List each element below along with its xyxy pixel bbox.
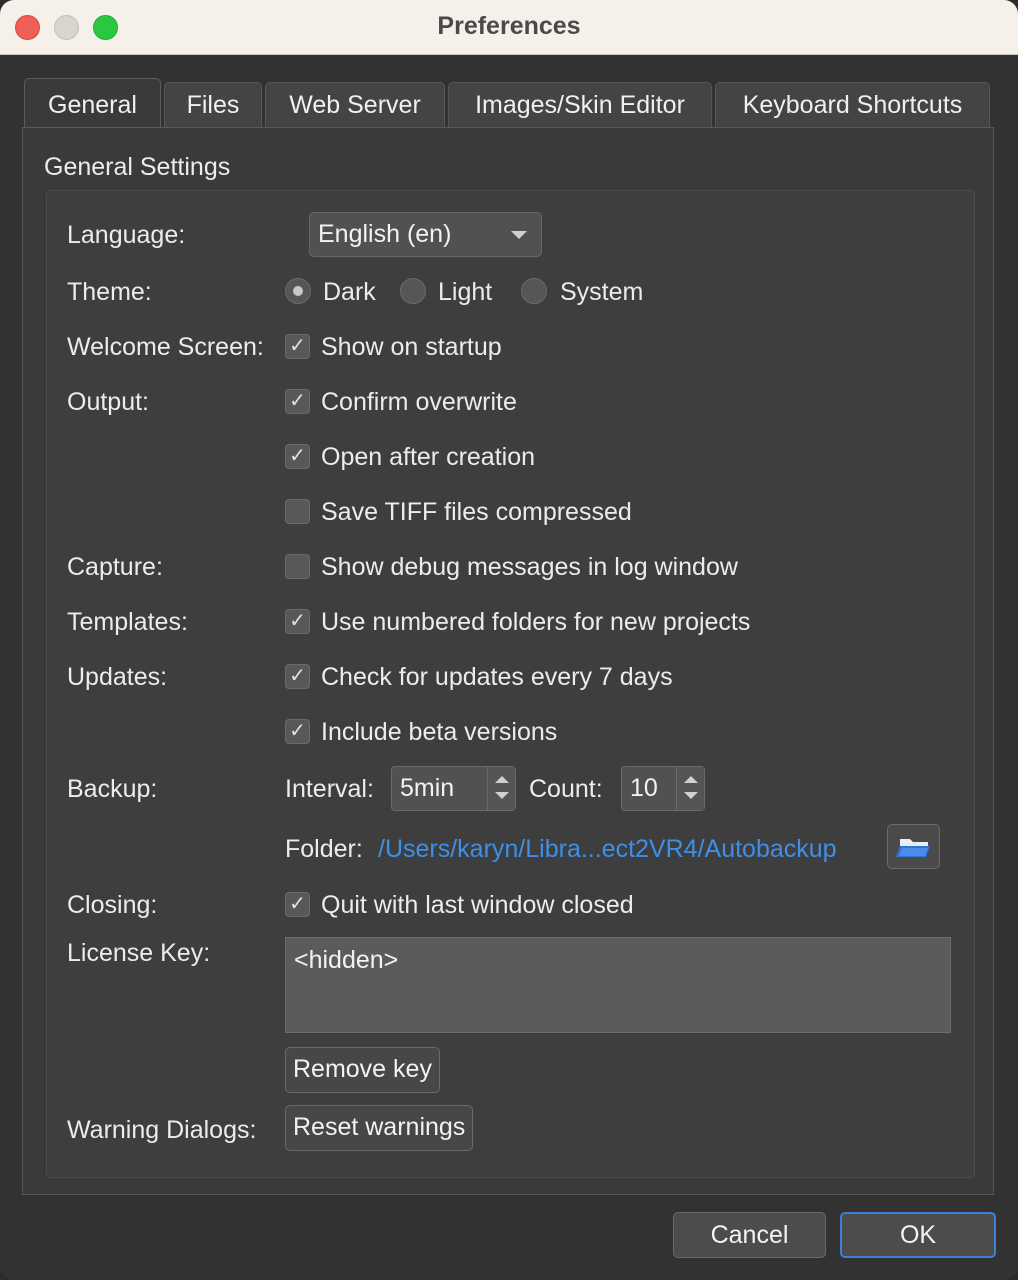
output-label: Output:: [67, 388, 149, 416]
tab-general[interactable]: General: [24, 78, 161, 128]
window-title: Preferences: [437, 12, 581, 40]
save-tiff-compressed-checkbox[interactable]: [285, 499, 310, 524]
theme-light-label: Light: [438, 278, 493, 306]
theme-system-label: System: [560, 278, 644, 306]
interval-value: 5min: [400, 774, 455, 802]
interval-stepper[interactable]: [487, 767, 515, 810]
tab-keyboard-shortcuts[interactable]: Keyboard Shortcuts: [715, 82, 990, 128]
check-updates-label: Check for updates every 7 days: [321, 663, 673, 691]
templates-label: Templates:: [67, 608, 188, 636]
language-label: Language:: [67, 221, 186, 249]
show-debug-label: Show debug messages in log window: [321, 553, 738, 581]
open-after-creation-checkbox[interactable]: ✓: [285, 444, 310, 469]
include-beta-checkbox[interactable]: ✓: [285, 719, 310, 744]
warning-dialogs-label: Warning Dialogs:: [67, 1116, 257, 1144]
closing-label: Closing:: [67, 891, 158, 919]
group-title: General Settings: [44, 153, 231, 181]
numbered-folders-checkbox[interactable]: ✓: [285, 609, 310, 634]
tab-images-skin-editor[interactable]: Images/Skin Editor: [448, 82, 712, 128]
interval-spinbox[interactable]: 5min: [391, 766, 516, 811]
folder-icon: [896, 839, 930, 857]
chevron-down-icon: [511, 231, 527, 239]
numbered-folders-label: Use numbered folders for new projects: [321, 608, 751, 636]
chevron-up-icon: [495, 776, 509, 783]
tab-files[interactable]: Files: [164, 82, 262, 128]
browse-folder-button[interactable]: [887, 824, 940, 869]
language-select[interactable]: English (en): [309, 212, 542, 257]
open-after-creation-label: Open after creation: [321, 443, 536, 471]
interval-label: Interval:: [285, 775, 374, 803]
quit-last-window-checkbox[interactable]: ✓: [285, 892, 310, 917]
confirm-overwrite-checkbox[interactable]: ✓: [285, 389, 310, 414]
license-key-label: License Key:: [67, 939, 211, 967]
backup-label: Backup:: [67, 775, 158, 803]
count-value: 10: [630, 774, 658, 802]
updates-label: Updates:: [67, 663, 168, 691]
tab-web-server[interactable]: Web Server: [265, 82, 445, 128]
general-settings-group: Language: English (en) Theme: Dark Light…: [46, 190, 975, 1178]
check-updates-checkbox[interactable]: ✓: [285, 664, 310, 689]
count-spinbox[interactable]: 10: [621, 766, 705, 811]
backup-folder-link[interactable]: /Users/karyn/Libra...ect2VR4/Autobackup: [378, 835, 837, 864]
show-debug-checkbox[interactable]: [285, 554, 310, 579]
chevron-down-icon: [684, 792, 698, 799]
count-label: Count:: [529, 775, 603, 803]
theme-dark-radio[interactable]: [285, 278, 311, 304]
theme-system-radio[interactable]: [521, 278, 547, 304]
capture-label: Capture:: [67, 553, 163, 581]
theme-label: Theme:: [67, 278, 152, 306]
save-tiff-compressed-label: Save TIFF files compressed: [321, 498, 632, 526]
include-beta-label: Include beta versions: [321, 718, 558, 746]
cancel-button[interactable]: Cancel: [673, 1212, 826, 1258]
confirm-overwrite-label: Confirm overwrite: [321, 388, 517, 416]
license-key-field[interactable]: <hidden>: [285, 937, 951, 1033]
theme-light-radio[interactable]: [400, 278, 426, 304]
language-select-value: English (en): [318, 220, 452, 248]
welcome-screen-label: Welcome Screen:: [67, 333, 264, 361]
remove-key-button[interactable]: Remove key: [285, 1047, 440, 1093]
title-bar: Preferences: [0, 0, 1018, 55]
ok-button[interactable]: OK: [840, 1212, 996, 1258]
reset-warnings-button[interactable]: Reset warnings: [285, 1105, 474, 1151]
chevron-down-icon: [495, 792, 509, 799]
count-stepper[interactable]: [676, 767, 704, 810]
general-tab-panel: General Settings Language: English (en) …: [22, 127, 994, 1195]
chevron-up-icon: [684, 776, 698, 783]
preferences-window: Preferences General Files Web Server Ima…: [0, 0, 1018, 1280]
quit-last-window-label: Quit with last window closed: [321, 891, 634, 919]
show-on-startup-checkbox[interactable]: ✓: [285, 334, 310, 359]
theme-dark-label: Dark: [323, 278, 376, 306]
show-on-startup-label: Show on startup: [321, 333, 502, 361]
folder-label: Folder:: [285, 835, 363, 863]
